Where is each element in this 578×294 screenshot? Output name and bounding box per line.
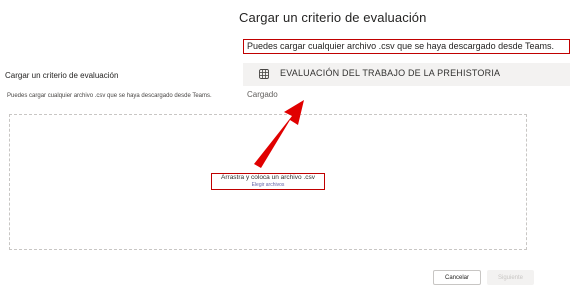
drop-hint: Arrastra y coloca un archivo .csv Elegir… — [211, 173, 325, 190]
cancel-button[interactable]: Cancelar — [433, 270, 481, 285]
rubric-name: EVALUACIÓN DEL TRABAJO DE LA PREHISTORIA — [280, 68, 501, 78]
page-heading: Cargar un criterio de evaluación — [5, 71, 119, 80]
page-subtext: Puedes cargar cualquier archivo .csv que… — [7, 93, 212, 99]
drop-instruction: Arrastra y coloca un archivo .csv — [221, 174, 315, 181]
info-callout: Puedes cargar cualquier archivo .csv que… — [243, 39, 570, 54]
next-button[interactable]: Siguiente — [487, 270, 534, 285]
grid-icon — [259, 69, 269, 79]
choose-files-link[interactable]: Elegir archivos — [212, 182, 324, 188]
dialog-title: Cargar un criterio de evaluación — [239, 10, 427, 25]
annotation-arrow-icon — [254, 100, 304, 168]
rubric-card: EVALUACIÓN DEL TRABAJO DE LA PREHISTORIA — [243, 63, 570, 86]
